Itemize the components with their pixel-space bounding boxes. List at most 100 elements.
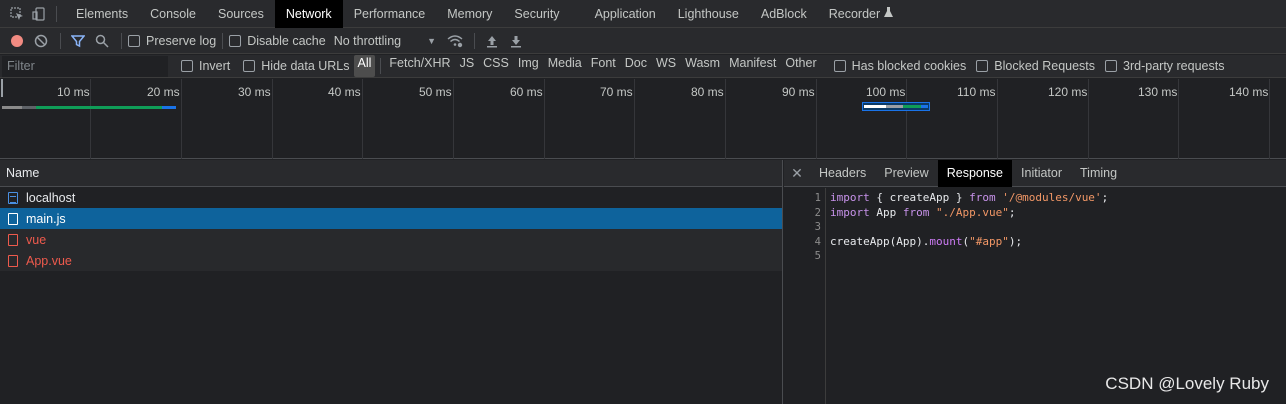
- script-error-icon: [8, 254, 18, 267]
- tab-timing[interactable]: Timing: [1071, 160, 1126, 187]
- invert-checkbox[interactable]: Invert: [181, 59, 230, 73]
- gridline: [272, 79, 273, 159]
- checkbox-box[interactable]: [229, 34, 242, 47]
- gridline: [90, 79, 91, 159]
- tab-network[interactable]: Network: [274, 0, 343, 28]
- download-icon: [511, 35, 522, 47]
- divider: [380, 58, 382, 74]
- filter-button[interactable]: [67, 30, 89, 52]
- type-filter-css[interactable]: CSS: [479, 55, 513, 77]
- clear-icon: [34, 34, 48, 47]
- third-party-label: 3rd-party requests: [1123, 59, 1225, 73]
- type-filter-fetch-xhr[interactable]: Fetch/XHR: [385, 55, 454, 77]
- request-row[interactable]: localhost: [0, 187, 782, 208]
- gridline: [997, 79, 998, 159]
- network-conditions-button[interactable]: [444, 30, 466, 52]
- close-icon[interactable]: ✕: [784, 165, 810, 182]
- tab-response[interactable]: Response: [937, 159, 1013, 187]
- export-har-button[interactable]: [505, 30, 527, 52]
- blocked-requests-checkbox[interactable]: Blocked Requests: [976, 59, 1095, 73]
- network-toolbar: Preserve log Disable cache No throttling…: [0, 28, 1286, 54]
- filter-bar: Invert Hide data URLs All Fetch/XHR JS C…: [0, 55, 1286, 78]
- throttling-select[interactable]: No throttling ▼: [334, 34, 436, 48]
- divider: [222, 32, 224, 49]
- type-filter-doc[interactable]: Doc: [621, 55, 651, 77]
- detail-tab-bar: ✕ Headers Preview Response Initiator Tim…: [784, 159, 1286, 187]
- code-line: import { createApp } from '/@modules/vue…: [830, 191, 1108, 206]
- type-filter-manifest[interactable]: Manifest: [725, 55, 780, 77]
- type-filter-font[interactable]: Font: [587, 55, 620, 77]
- checkbox-box[interactable]: [243, 60, 256, 72]
- type-filter-wasm[interactable]: Wasm: [681, 55, 724, 77]
- checkbox-box[interactable]: [1105, 60, 1118, 72]
- disable-cache-checkbox[interactable]: Disable cache: [229, 34, 326, 48]
- checkbox-box[interactable]: [976, 60, 989, 72]
- tab-elements[interactable]: Elements: [65, 0, 139, 28]
- tick-label: 20 ms: [147, 85, 180, 99]
- network-overview[interactable]: 10 ms 20 ms 30 ms 40 ms 50 ms 60 ms 70 m…: [0, 79, 1286, 159]
- script-icon: [8, 212, 18, 225]
- gridline: [1269, 79, 1270, 159]
- hide-data-urls-checkbox[interactable]: Hide data URLs: [243, 59, 350, 73]
- hide-data-urls-label: Hide data URLs: [261, 59, 350, 73]
- code-text: { createApp }: [869, 191, 970, 204]
- disable-cache-label: Disable cache: [247, 33, 326, 48]
- tick-label: 50 ms: [419, 85, 452, 99]
- tab-headers[interactable]: Headers: [810, 160, 875, 187]
- request-row[interactable]: main.js: [0, 208, 782, 229]
- inspect-icon[interactable]: [6, 0, 28, 28]
- filter-input[interactable]: [2, 55, 168, 77]
- type-filter-all[interactable]: All: [353, 55, 376, 77]
- divider: [474, 32, 476, 49]
- line-number: 5: [814, 250, 821, 262]
- filter-icon: [71, 34, 85, 47]
- request-row[interactable]: App.vue: [0, 250, 782, 271]
- name-column-header[interactable]: Name: [0, 160, 782, 187]
- resource-type-filters: All Fetch/XHR JS CSS Img Media Font Doc …: [353, 55, 822, 77]
- checkbox-box[interactable]: [128, 34, 140, 47]
- gridline: [1088, 79, 1089, 159]
- tab-adblock[interactable]: AdBlock: [750, 0, 818, 28]
- preserve-log-checkbox[interactable]: Preserve log: [128, 34, 216, 48]
- blocked-cookies-checkbox[interactable]: Has blocked cookies: [833, 59, 966, 73]
- clear-button[interactable]: [30, 30, 52, 52]
- tab-console[interactable]: Console: [139, 0, 207, 28]
- tab-initiator[interactable]: Initiator: [1012, 160, 1071, 187]
- type-filter-img[interactable]: Img: [514, 55, 543, 77]
- import-har-button[interactable]: [481, 30, 503, 52]
- tab-sources[interactable]: Sources: [207, 0, 275, 28]
- upload-icon: [487, 35, 498, 47]
- checkbox-box[interactable]: [181, 60, 193, 72]
- code-line: createApp(App).mount("#app");: [830, 235, 1108, 250]
- search-button[interactable]: [91, 30, 113, 52]
- third-party-checkbox[interactable]: 3rd-party requests: [1105, 59, 1224, 73]
- code-line: import App from "./App.vue";: [830, 206, 1108, 221]
- device-toolbar-icon[interactable]: [28, 0, 50, 28]
- waterfall-bar: [22, 106, 36, 109]
- code-text: ;: [1008, 205, 1016, 219]
- tab-security[interactable]: Security: [503, 0, 583, 28]
- code-method: mount: [929, 234, 963, 248]
- record-button[interactable]: [6, 30, 28, 52]
- type-filter-ws[interactable]: WS: [652, 55, 680, 77]
- tab-performance[interactable]: Performance: [343, 0, 437, 28]
- tab-recorder[interactable]: Recorder: [818, 0, 897, 28]
- tick-label: 110 ms: [957, 85, 996, 99]
- waterfall-bar: [886, 105, 903, 108]
- tick-label: 90 ms: [782, 85, 815, 99]
- type-filter-other[interactable]: Other: [781, 55, 820, 77]
- code-text: App: [869, 205, 903, 219]
- tab-lighthouse[interactable]: Lighthouse: [667, 0, 750, 28]
- type-filter-media[interactable]: Media: [544, 55, 586, 77]
- response-code-view[interactable]: 1 2 3 4 5 import { createApp } from '/@m…: [784, 188, 1286, 404]
- tab-application[interactable]: Application: [584, 0, 667, 28]
- request-row[interactable]: vue: [0, 229, 782, 250]
- tick-label: 140 ms: [1229, 85, 1269, 99]
- tab-preview[interactable]: Preview: [875, 160, 937, 187]
- code-keyword: from: [969, 191, 996, 204]
- tab-memory[interactable]: Memory: [436, 0, 503, 28]
- checkbox-box[interactable]: [833, 60, 846, 72]
- type-filter-js[interactable]: JS: [456, 55, 479, 77]
